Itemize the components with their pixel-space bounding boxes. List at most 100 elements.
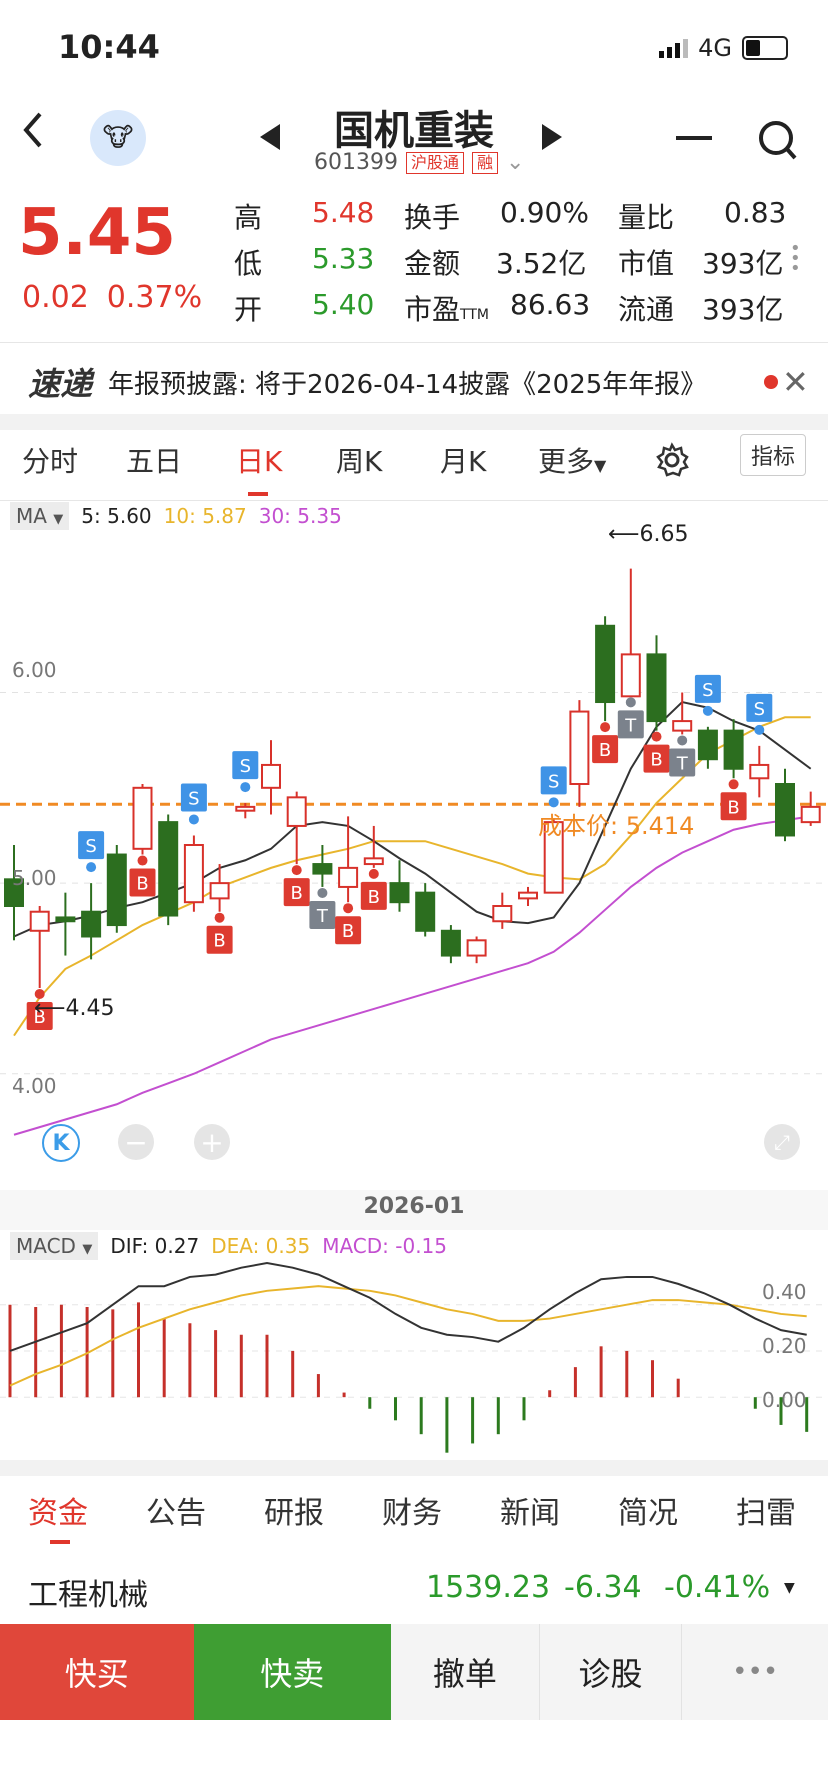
gear-icon[interactable] [654, 442, 690, 485]
trade-marker-dot [600, 722, 611, 733]
fullscreen-icon[interactable]: ⤢ [764, 1124, 800, 1160]
active-tab-indicator [50, 1540, 70, 1544]
tab-monthly-k[interactable]: 月K [440, 440, 486, 480]
high-value: 5.48 [312, 196, 375, 229]
more-icon[interactable]: ••• [682, 1624, 828, 1720]
kline-tabs: 分时 五日 日K 周K 月K 更多▼ 指标 [0, 434, 828, 500]
info-tabs: 资金 公告 研报 财务 新闻 简况 扫雷 [0, 1488, 828, 1548]
unread-dot-icon [764, 375, 778, 389]
search-icon[interactable] [758, 118, 798, 166]
macd-tick-000: 0.00 [762, 1388, 807, 1412]
open-value: 5.40 [312, 288, 375, 321]
candle-body [158, 821, 179, 917]
sector-pct: -0.41% [664, 1570, 771, 1605]
mktcap-label: 市值 [618, 247, 675, 280]
min-price-label: ⟵4.45 [34, 996, 115, 1021]
candle-body [81, 910, 102, 938]
vol-ratio-label: 量比 [618, 201, 675, 234]
candle-body [312, 863, 333, 875]
trade-marker-dot [343, 903, 354, 914]
y-tick-5: 5.00 [12, 866, 57, 890]
tab-research[interactable]: 研报 [264, 1488, 324, 1532]
trade-marker-label: S [85, 836, 96, 857]
active-tab-indicator [248, 492, 268, 496]
tab-risk-scan[interactable]: 扫雷 [736, 1488, 796, 1532]
price-change-pct: 0.37% [106, 280, 203, 315]
chevron-down-icon[interactable]: ⌄ [506, 150, 524, 175]
candle-body [466, 939, 487, 957]
tab-financials[interactable]: 财务 [382, 1488, 442, 1532]
trade-marker-label: T [316, 906, 329, 927]
macd-value: MACD: -0.15 [322, 1234, 447, 1258]
pe-value: 86.63 [510, 288, 591, 321]
tab-five-day[interactable]: 五日 [126, 440, 182, 480]
zoom-in-button[interactable]: + [194, 1124, 230, 1160]
close-icon[interactable]: ✕ [782, 363, 809, 401]
k-badge-icon[interactable]: K [42, 1124, 80, 1162]
trade-marker-label: B [342, 921, 354, 942]
dif-value: DIF: 0.27 [110, 1234, 200, 1258]
cancel-order-button[interactable]: 撤单 [391, 1624, 540, 1720]
zoom-out-button[interactable]: − [118, 1124, 154, 1160]
trade-marker-label: T [624, 715, 637, 736]
quick-buy-button[interactable]: 快买 [0, 1624, 194, 1720]
candle-body [209, 882, 230, 900]
news-text: 年报预披露: 将于2026-04-14披露《2025年年报》 [108, 369, 707, 400]
trade-marker-label: B [650, 750, 662, 771]
kline-chart[interactable]: BSBSBSBTBBSBTB TSBS [0, 500, 828, 1190]
trade-marker-label: B [727, 797, 739, 818]
candle-body [749, 763, 770, 780]
candle-body [29, 910, 50, 932]
candle-body [697, 729, 718, 761]
sector-value: 1539.23 [426, 1570, 551, 1605]
more-vertical-icon[interactable]: • • • [790, 240, 801, 278]
macd-select[interactable]: MACD ▼ [10, 1232, 99, 1260]
mktcap-value: 393亿 [702, 247, 784, 280]
tab-more[interactable]: 更多▼ [538, 440, 606, 480]
candle-body [286, 796, 307, 827]
candle-body [389, 882, 410, 904]
tab-weekly-k[interactable]: 周K [336, 440, 382, 480]
tab-funds[interactable]: 资金 [28, 1488, 88, 1532]
price-change-row: 0.02 0.37% [22, 280, 202, 315]
diagnose-button[interactable]: 诊股 [539, 1624, 683, 1720]
action-bar: 快买 快卖 撤单 诊股 ••• [0, 1624, 828, 1720]
tab-announcements[interactable]: 公告 [146, 1488, 206, 1532]
macd-legend: MACD ▼ DIF: 0.27 DEA: 0.35 MACD: -0.15 [10, 1232, 447, 1260]
trade-marker-label: S [548, 771, 559, 792]
tab-news[interactable]: 新闻 [500, 1488, 560, 1532]
indicator-button[interactable]: 指标 [740, 434, 807, 476]
tab-more-label: 更多 [538, 445, 595, 478]
quick-sell-button[interactable]: 快卖 [193, 1624, 392, 1720]
trade-marker-dot [625, 697, 636, 708]
caret-down-icon: ▼ [784, 1580, 795, 1596]
macd-tick-040: 0.40 [762, 1280, 807, 1304]
tab-intraday[interactable]: 分时 [22, 440, 78, 480]
next-stock-icon[interactable] [540, 122, 564, 156]
candle-body [440, 929, 461, 957]
macd-chart[interactable] [0, 1260, 828, 1460]
max-price-label: ⟵6.65 [608, 522, 689, 547]
trade-marker-dot [188, 814, 199, 825]
tab-daily-k[interactable]: 日K [236, 440, 282, 480]
stock-code-row: 601399 沪股通 融 ⌄ [314, 150, 524, 175]
trade-marker-label: B [368, 887, 380, 908]
trade-marker-label: S [188, 788, 199, 809]
trade-marker-dot [137, 855, 148, 866]
turnover-label: 换手 [404, 201, 461, 234]
candle-body [595, 624, 616, 704]
trade-marker-dot [240, 782, 251, 793]
network-label: 4G [698, 34, 732, 62]
sector-name: 工程机械 [28, 1578, 148, 1613]
amount-label: 金额 [404, 247, 461, 280]
status-indicators: 4G [659, 34, 788, 62]
tab-profile[interactable]: 简况 [618, 1488, 678, 1532]
candle-body [183, 844, 204, 904]
sector-row[interactable]: 工程机械 1539.23 -6.34 -0.41% ▼ [0, 1560, 828, 1624]
price-change: 0.02 [22, 280, 89, 315]
dea-line [9, 1285, 807, 1387]
candle-body [569, 710, 590, 785]
trade-marker-label: B [291, 883, 303, 904]
minus-icon[interactable] [676, 136, 712, 140]
news-bar[interactable]: 速递 年报预披露: 将于2026-04-14披露《2025年年报》 ✕ [0, 352, 828, 412]
